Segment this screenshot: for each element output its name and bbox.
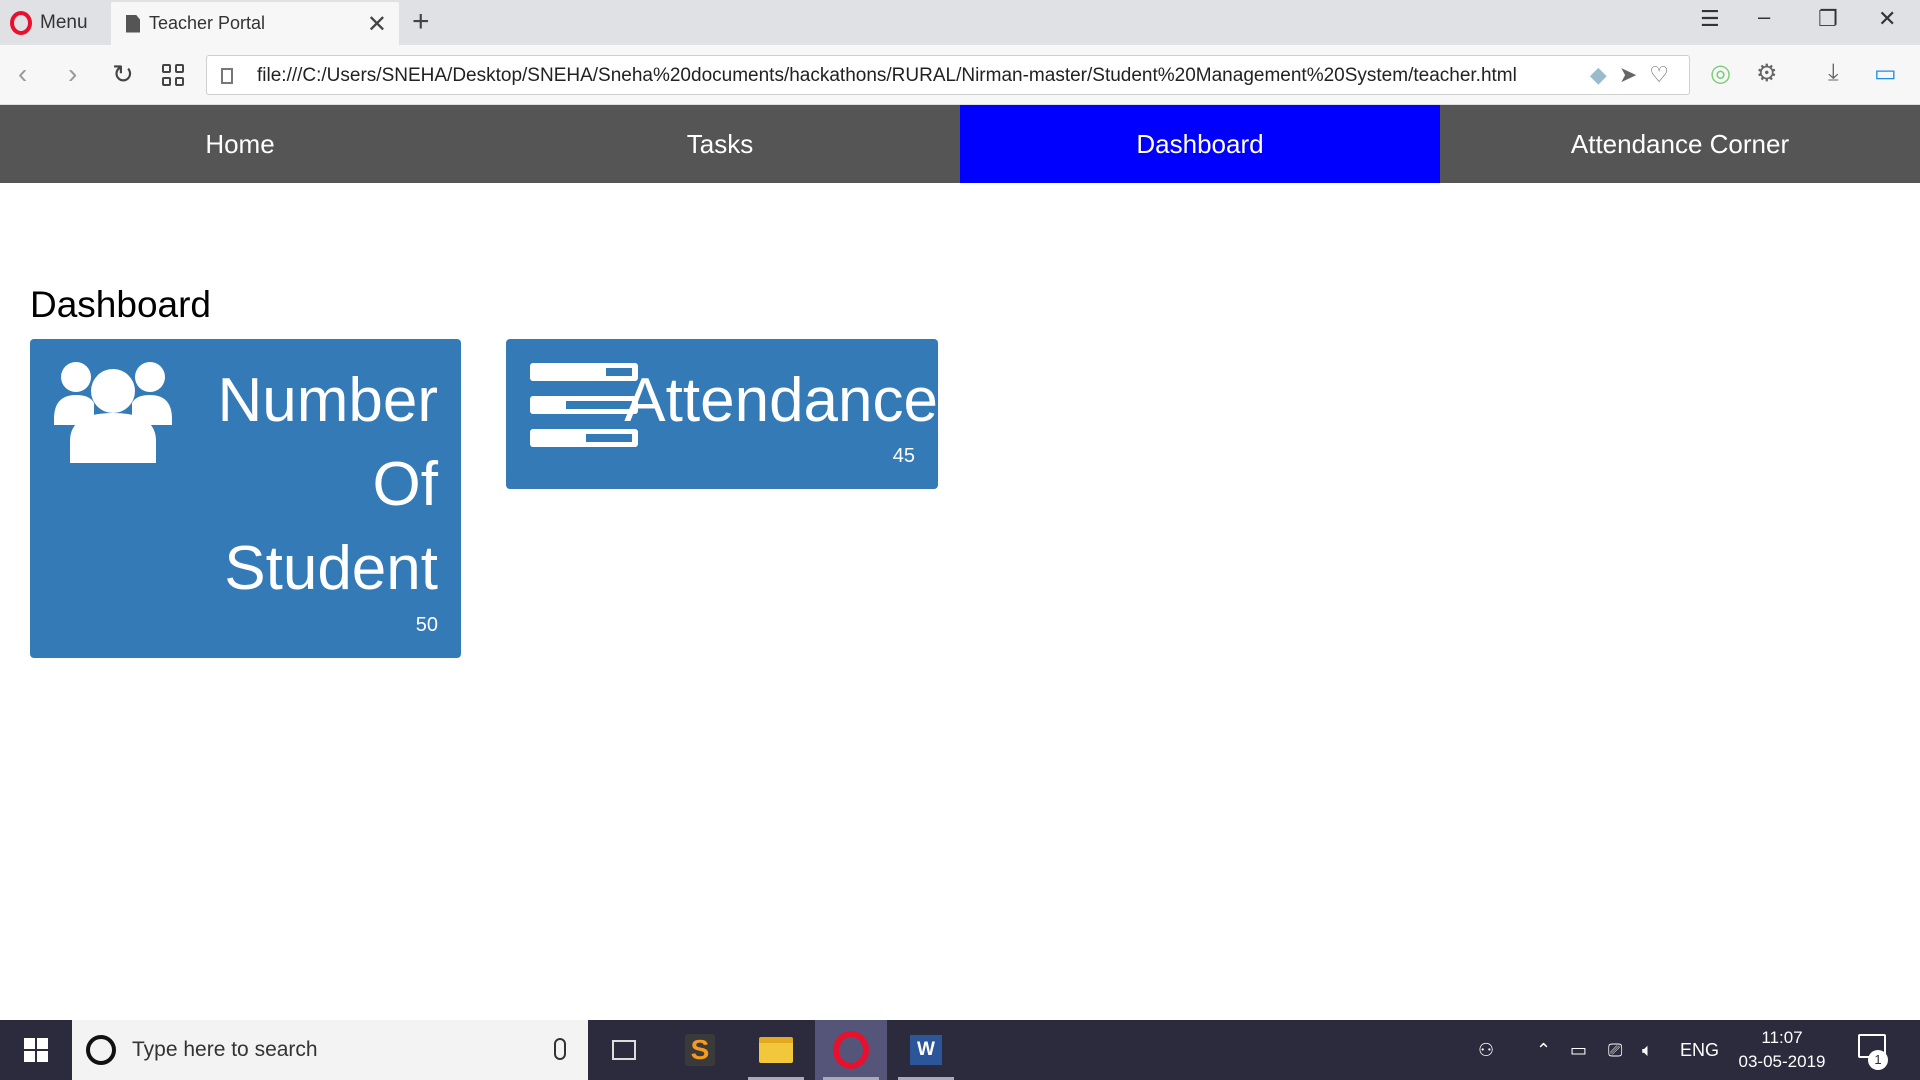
users-icon — [54, 362, 172, 463]
nav-dashboard[interactable]: Dashboard — [960, 105, 1440, 183]
taskbar-search[interactable]: Type here to search — [72, 1020, 588, 1080]
file-explorer-app[interactable] — [740, 1020, 812, 1080]
notification-badge: 1 — [1868, 1050, 1888, 1070]
extension-icon[interactable]: ◎ — [1710, 59, 1731, 88]
sublime-text-app[interactable]: S — [664, 1020, 736, 1080]
task-view-button[interactable] — [588, 1020, 660, 1080]
menu-label: Menu — [40, 12, 88, 33]
windows-taskbar: Type here to search S W ⚇ ⌃ ▭ ⎚ 🔈︎ ENG 1… — [0, 1020, 1920, 1080]
opera-logo-icon — [10, 11, 32, 35]
attendance-label: Attendance — [624, 366, 938, 435]
battery-saver-icon[interactable]: ▭ — [1874, 59, 1897, 88]
microphone-icon[interactable] — [554, 1038, 566, 1060]
opera-icon — [833, 1031, 869, 1069]
sublime-text-icon: S — [685, 1034, 715, 1066]
heart-icon[interactable]: ♡ — [1649, 62, 1669, 88]
task-view-icon — [612, 1040, 636, 1060]
battery-icon[interactable]: ▭ — [1570, 1020, 1587, 1080]
close-tab-icon[interactable]: ✕ — [367, 10, 387, 39]
opera-app[interactable] — [815, 1020, 887, 1080]
browser-tab-strip: Menu Teacher Portal ✕ + ☰ – ❐ ✕ — [0, 0, 1920, 45]
attendance-count-value: 45 — [892, 445, 915, 467]
browser-tab[interactable]: Teacher Portal ✕ — [111, 2, 399, 45]
reload-icon[interactable]: ↻ — [112, 59, 134, 89]
tab-title: Teacher Portal — [149, 13, 266, 33]
minimize-icon[interactable]: – — [1758, 4, 1770, 30]
folder-icon — [759, 1037, 793, 1063]
attendance-card[interactable]: Attendance 45 — [506, 339, 938, 489]
start-button[interactable] — [0, 1020, 72, 1080]
url-field[interactable]: file:///C:/Users/SNEHA/Desktop/SNEHA/Sne… — [206, 55, 1690, 95]
back-icon[interactable]: ‹ — [18, 59, 27, 89]
search-placeholder: Type here to search — [132, 1038, 318, 1061]
student-count-value: 50 — [415, 614, 438, 636]
download-icon[interactable]: ⤓ — [1828, 59, 1839, 87]
page-info-icon[interactable] — [221, 68, 233, 84]
site-nav: Home Tasks Dashboard Attendance Corner — [0, 105, 1920, 183]
student-count-card[interactable]: Number Of Student 50 — [30, 339, 461, 658]
url-tools: ◆ ➤ ♡ — [1590, 62, 1669, 88]
nav-home[interactable]: Home — [0, 105, 480, 183]
close-window-icon[interactable]: ✕ — [1878, 6, 1896, 32]
show-hidden-icons[interactable]: ⌃ — [1536, 1020, 1551, 1080]
word-icon: W — [910, 1035, 942, 1065]
new-tab-button[interactable]: + — [412, 5, 430, 39]
word-app[interactable]: W — [890, 1020, 962, 1080]
address-bar-row: ‹ › ↻ file:///C:/Users/SNEHA/Desktop/SNE… — [0, 45, 1920, 105]
page-title: Dashboard — [30, 284, 212, 325]
url-text[interactable]: file:///C:/Users/SNEHA/Desktop/SNEHA/Sne… — [257, 65, 1517, 87]
volume-muted-icon[interactable]: 🔈︎ — [1642, 1020, 1653, 1080]
cortana-icon — [86, 1035, 116, 1065]
taskbar-clock[interactable]: 11:07 03-05-2019 — [1735, 1026, 1829, 1074]
card-label-line3: Student — [224, 534, 438, 603]
language-indicator[interactable]: ENG — [1680, 1020, 1719, 1080]
restore-icon[interactable]: ❐ — [1818, 6, 1838, 32]
clock-time: 11:07 — [1761, 1028, 1803, 1047]
settings-icon[interactable]: ⚙ — [1756, 59, 1778, 88]
people-icon[interactable]: ⚇ — [1478, 1020, 1494, 1080]
card-label-line1: Number — [217, 366, 438, 435]
opera-menu-button[interactable]: Menu — [10, 8, 88, 38]
cube-icon[interactable]: ◆ — [1590, 62, 1607, 88]
card-label-line2: Of — [372, 450, 438, 519]
network-icon[interactable]: ⎚ — [1608, 1020, 1622, 1080]
tab-menu-icon[interactable]: ☰ — [1700, 6, 1720, 32]
windows-logo-icon — [24, 1038, 48, 1062]
speed-dial-icon[interactable] — [162, 64, 184, 86]
tasks-icon — [530, 363, 638, 447]
nav-tasks[interactable]: Tasks — [480, 105, 960, 183]
document-icon — [126, 14, 140, 33]
send-icon[interactable]: ➤ — [1619, 62, 1637, 88]
clock-date: 03-05-2019 — [1738, 1052, 1826, 1071]
forward-icon[interactable]: › — [68, 59, 77, 89]
screen: Menu Teacher Portal ✕ + ☰ – ❐ ✕ ‹ › ↻ fi… — [0, 0, 1920, 1080]
nav-attendance-corner[interactable]: Attendance Corner — [1440, 105, 1920, 183]
